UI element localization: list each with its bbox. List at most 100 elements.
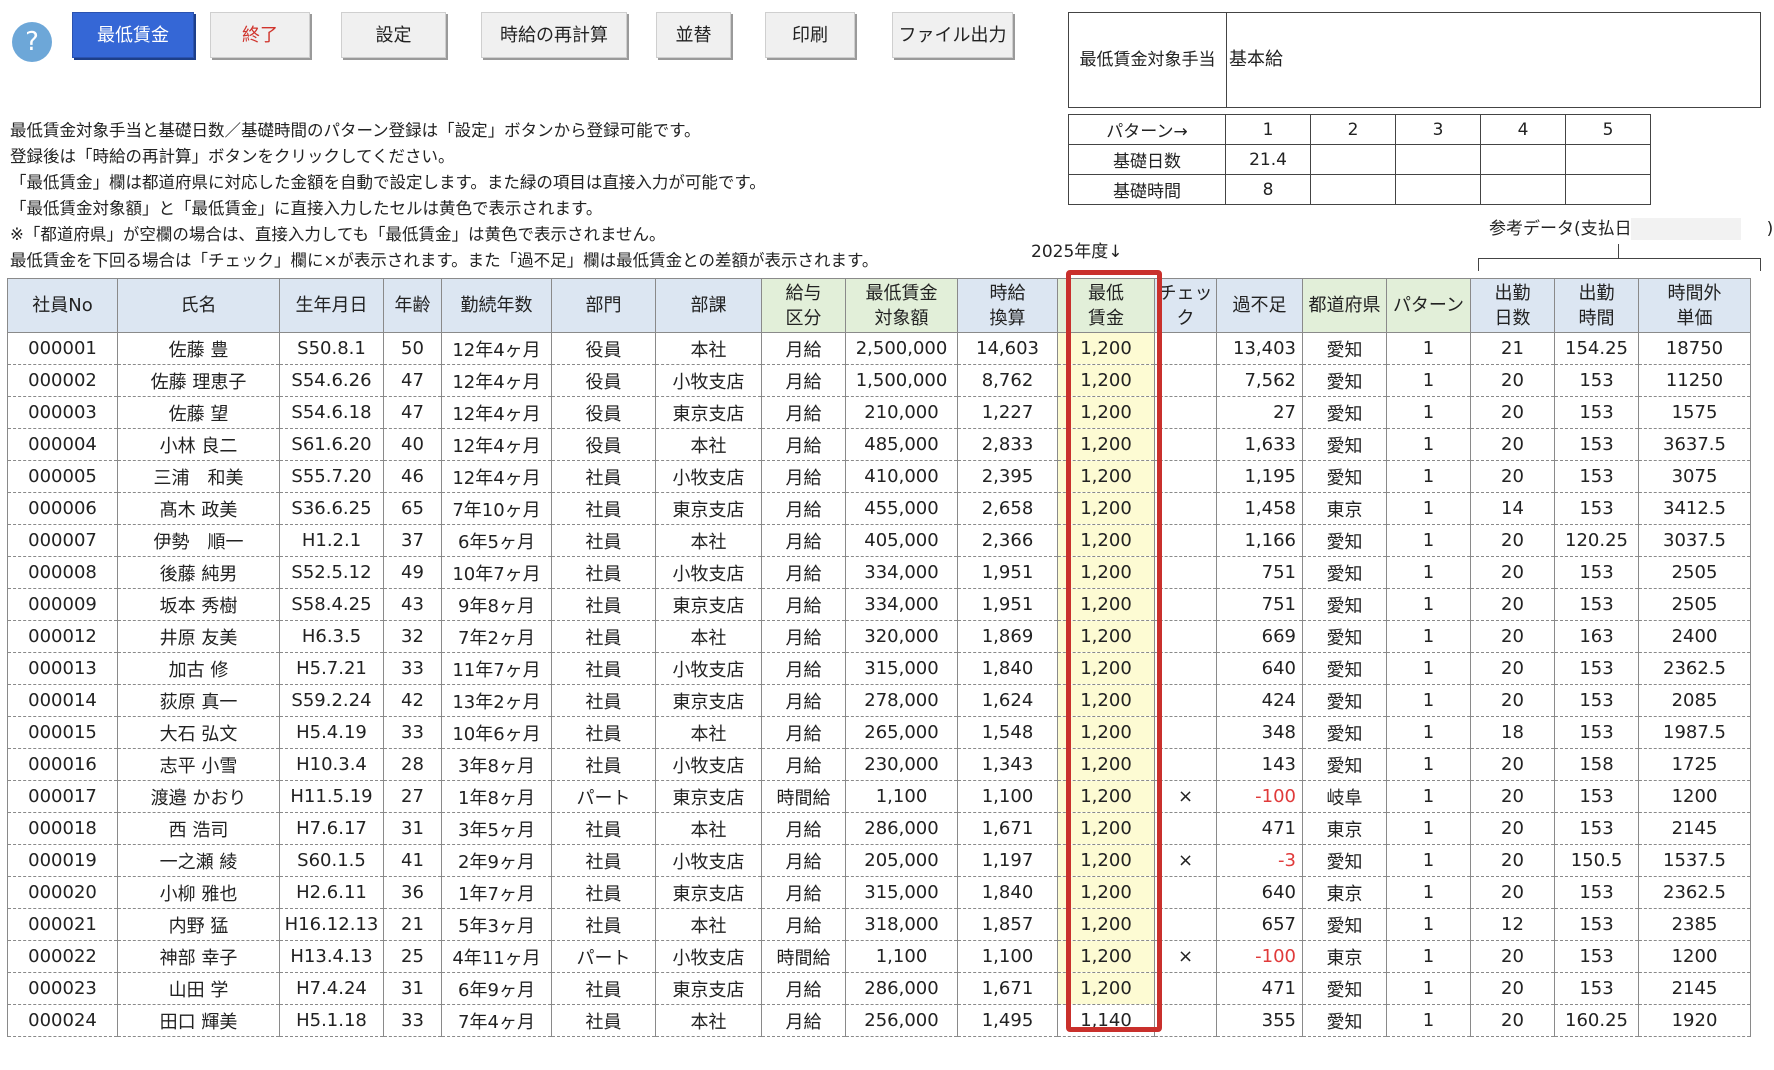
cell-work-hours[interactable]: 153 [1554, 652, 1639, 685]
cell-hourly-equivalent[interactable]: 1,671 [957, 972, 1058, 1005]
cell-minimum-wage[interactable]: 1,140 [1057, 1004, 1155, 1037]
cell-overtime-rate[interactable]: 1537.5 [1638, 844, 1751, 877]
cell-hourly-equivalent[interactable]: 14,603 [957, 332, 1058, 365]
cell-name[interactable]: 荻原 真一 [117, 684, 280, 717]
recalculate-hourly-button[interactable]: 時給の再計算 [481, 12, 627, 58]
cell-min-wage-base[interactable]: 318,000 [845, 908, 958, 941]
cell-shortfall[interactable]: -3 [1216, 844, 1303, 877]
cell-shortfall[interactable]: 640 [1216, 652, 1303, 685]
cell-pattern[interactable]: 1 [1386, 844, 1471, 877]
cell-age[interactable]: 40 [383, 428, 442, 461]
cell-shortfall[interactable]: 657 [1216, 908, 1303, 941]
cell-emp-no[interactable]: 000015 [7, 716, 118, 749]
cell-age[interactable]: 49 [383, 556, 442, 589]
cell-work-days[interactable]: 14 [1470, 492, 1555, 525]
cell-pattern[interactable]: 1 [1386, 428, 1471, 461]
sort-button[interactable]: 並替 [656, 12, 731, 58]
cell-birthdate[interactable]: H5.4.19 [279, 716, 384, 749]
cell-overtime-rate[interactable]: 2362.5 [1638, 652, 1751, 685]
cell-prefecture[interactable]: 愛知 [1302, 716, 1387, 749]
cell-name[interactable]: 佐藤 望 [117, 396, 280, 429]
cell-pattern[interactable]: 1 [1386, 876, 1471, 909]
cell-pay-type[interactable]: 月給 [761, 684, 846, 717]
cell-work-days[interactable]: 20 [1470, 588, 1555, 621]
cell-department[interactable]: 役員 [551, 396, 656, 429]
cell-work-days[interactable]: 20 [1470, 940, 1555, 973]
cell-section[interactable]: 本社 [655, 1004, 762, 1037]
cell-check[interactable] [1154, 396, 1217, 429]
cell-work-days[interactable]: 20 [1470, 972, 1555, 1005]
cell-minimum-wage[interactable]: 1,200 [1057, 524, 1155, 557]
cell-overtime-rate[interactable]: 1200 [1638, 940, 1751, 973]
cell-birthdate[interactable]: S52.5.12 [279, 556, 384, 589]
cell-age[interactable]: 46 [383, 460, 442, 493]
cell-department[interactable]: 社員 [551, 844, 656, 877]
table-row[interactable]: 000020 小柳 雅也 H2.6.11 36 1年7ヶ月 社員 東京支店 月給 315,000… [7, 876, 1751, 909]
cell-min-wage-base[interactable]: 286,000 [845, 972, 958, 1005]
cell-overtime-rate[interactable]: 1200 [1638, 780, 1751, 813]
base-hours-cell[interactable] [1565, 174, 1651, 205]
cell-section[interactable]: 本社 [655, 908, 762, 941]
cell-prefecture[interactable]: 東京 [1302, 492, 1387, 525]
table-row[interactable]: 000012 井原 友美 H6.3.5 32 7年2ヶ月 社員 本社 月給 320,000 1,8… [7, 620, 1751, 653]
cell-hourly-equivalent[interactable]: 1,343 [957, 748, 1058, 781]
cell-birthdate[interactable]: S60.1.5 [279, 844, 384, 877]
cell-pay-type[interactable]: 月給 [761, 524, 846, 557]
cell-pay-type[interactable]: 月給 [761, 620, 846, 653]
cell-shortfall[interactable]: -100 [1216, 780, 1303, 813]
cell-name[interactable]: 田口 輝美 [117, 1004, 280, 1037]
exit-button[interactable]: 終了 [210, 12, 310, 58]
cell-shortfall[interactable]: 471 [1216, 812, 1303, 845]
cell-pattern[interactable]: 1 [1386, 620, 1471, 653]
cell-prefecture[interactable]: 東京 [1302, 876, 1387, 909]
cell-hourly-equivalent[interactable]: 1,951 [957, 556, 1058, 589]
cell-shortfall[interactable]: 751 [1216, 556, 1303, 589]
header-name[interactable]: 氏名 [117, 278, 280, 333]
cell-section[interactable]: 本社 [655, 524, 762, 557]
base-days-cell[interactable] [1480, 144, 1566, 175]
header-hourly-equivalent[interactable]: 時給 換算 [957, 278, 1058, 333]
cell-hourly-equivalent[interactable]: 2,833 [957, 428, 1058, 461]
cell-overtime-rate[interactable]: 18750 [1638, 332, 1751, 365]
table-row[interactable]: 000002 佐藤 理恵子 S54.6.26 47 12年4ヶ月 役員 小牧支店 月給 1,50… [7, 364, 1751, 397]
cell-work-days[interactable]: 20 [1470, 460, 1555, 493]
cell-work-days[interactable]: 20 [1470, 748, 1555, 781]
cell-minimum-wage[interactable]: 1,200 [1057, 748, 1155, 781]
cell-work-hours[interactable]: 153 [1554, 716, 1639, 749]
cell-name[interactable]: 三浦 和美 [117, 460, 280, 493]
cell-pay-type[interactable]: 月給 [761, 652, 846, 685]
cell-check[interactable] [1154, 428, 1217, 461]
cell-overtime-rate[interactable]: 3637.5 [1638, 428, 1751, 461]
cell-emp-no[interactable]: 000006 [7, 492, 118, 525]
table-row[interactable]: 000024 田口 輝美 H5.1.18 33 7年4ヶ月 社員 本社 月給 256,000 1,… [7, 1004, 1751, 1037]
cell-emp-no[interactable]: 000002 [7, 364, 118, 397]
cell-emp-no[interactable]: 000016 [7, 748, 118, 781]
header-birthdate[interactable]: 生年月日 [279, 278, 384, 333]
cell-work-days[interactable]: 20 [1470, 1004, 1555, 1037]
cell-emp-no[interactable]: 000017 [7, 780, 118, 813]
cell-overtime-rate[interactable]: 2385 [1638, 908, 1751, 941]
cell-prefecture[interactable]: 愛知 [1302, 364, 1387, 397]
cell-min-wage-base[interactable]: 334,000 [845, 556, 958, 589]
cell-work-days[interactable]: 20 [1470, 524, 1555, 557]
cell-tenure[interactable]: 4年11ヶ月 [441, 940, 552, 973]
cell-tenure[interactable]: 7年4ヶ月 [441, 1004, 552, 1037]
cell-age[interactable]: 47 [383, 364, 442, 397]
cell-birthdate[interactable]: H7.4.24 [279, 972, 384, 1005]
cell-min-wage-base[interactable]: 265,000 [845, 716, 958, 749]
cell-min-wage-base[interactable]: 1,100 [845, 940, 958, 973]
cell-check[interactable] [1154, 620, 1217, 653]
cell-check[interactable] [1154, 556, 1217, 589]
cell-hourly-equivalent[interactable]: 8,762 [957, 364, 1058, 397]
header-minimum-wage[interactable]: 最低 賃金 [1057, 278, 1155, 333]
cell-pay-type[interactable]: 月給 [761, 460, 846, 493]
cell-name[interactable]: 加古 修 [117, 652, 280, 685]
cell-hourly-equivalent[interactable]: 1,869 [957, 620, 1058, 653]
cell-work-hours[interactable]: 153 [1554, 460, 1639, 493]
cell-overtime-rate[interactable]: 2505 [1638, 556, 1751, 589]
cell-department[interactable]: 役員 [551, 428, 656, 461]
table-row[interactable]: 000006 髙木 政美 S36.6.25 65 7年10ヶ月 社員 東京支店 月給 455,0… [7, 492, 1751, 525]
cell-pay-type[interactable]: 月給 [761, 716, 846, 749]
cell-age[interactable]: 36 [383, 876, 442, 909]
cell-work-days[interactable]: 21 [1470, 332, 1555, 365]
